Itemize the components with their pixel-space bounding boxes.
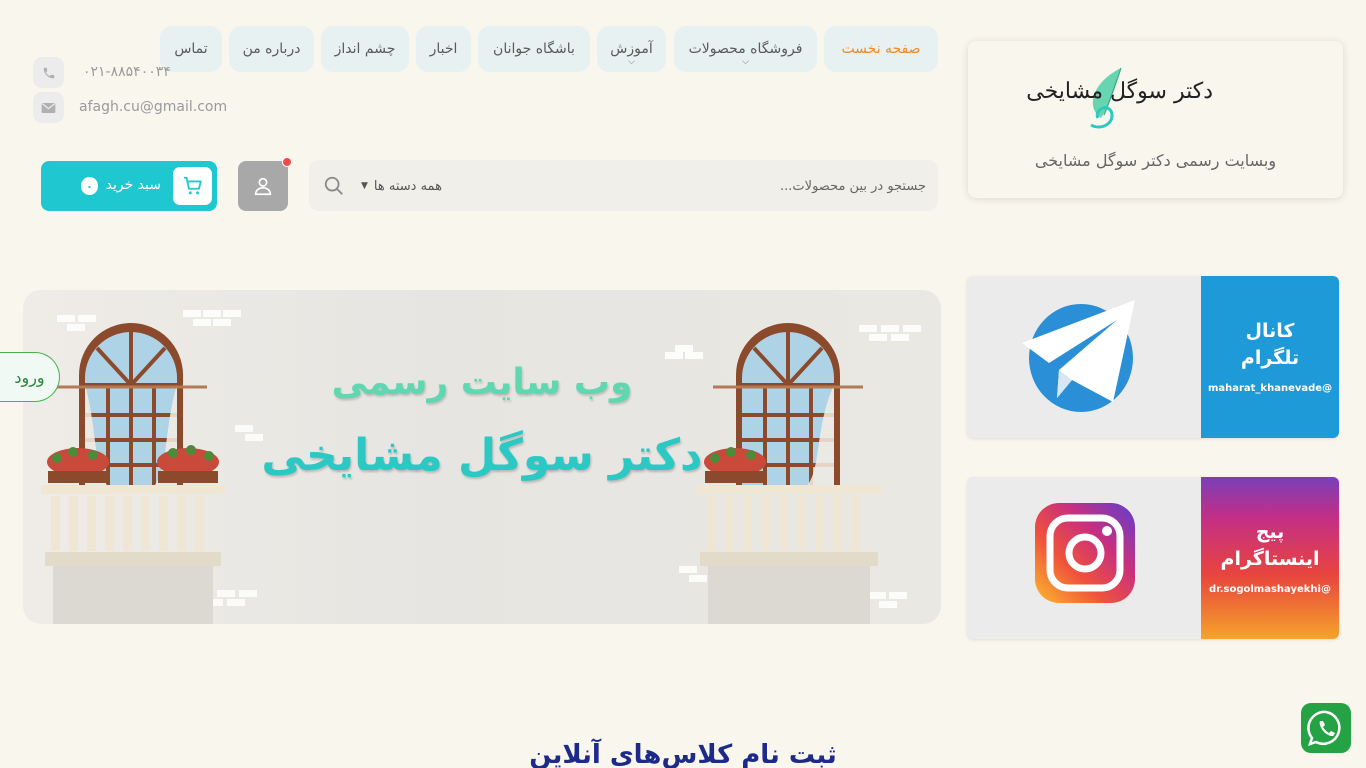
nav-item-label: باشگاه جوانان bbox=[493, 41, 575, 57]
section-heading: ثبت نام کلاس‌های آنلاین bbox=[529, 740, 837, 768]
phone-icon bbox=[33, 57, 64, 88]
cart-label: سبد خرید bbox=[105, 177, 161, 193]
whatsapp-button[interactable] bbox=[1301, 703, 1351, 753]
phone-number[interactable]: ۰۲۱-۸۸۵۴۰۰۳۴ bbox=[83, 64, 171, 80]
whatsapp-icon bbox=[1307, 710, 1341, 746]
account-button[interactable] bbox=[238, 157, 292, 211]
telegram-title-line2: تلگرام bbox=[1240, 347, 1300, 369]
hero-subtitle: دکتر سوگل مشایخی bbox=[261, 430, 703, 481]
login-label: ورود bbox=[14, 367, 45, 387]
nav-item-label: اخبار bbox=[429, 41, 458, 57]
instagram-handle: @dr.sogolmashayekhi bbox=[1209, 584, 1331, 595]
chevron-down-icon: ⌵ bbox=[742, 57, 749, 67]
telegram-handle: @maharat_khanevade bbox=[1207, 383, 1333, 394]
instagram-title-line1: پیج bbox=[1255, 521, 1285, 543]
cart-count-badge: ۰ bbox=[81, 177, 98, 195]
nav-item-label: درباره من bbox=[242, 41, 301, 57]
nav-item-youth-club[interactable]: باشگاه جوانان bbox=[478, 26, 590, 72]
logo-card[interactable]: دکتر سوگل مشایخی وبسایت رسمی دکتر سوگل م… bbox=[968, 41, 1343, 198]
nav-item-label: چشم انداز bbox=[334, 41, 396, 57]
email-address[interactable]: afagh.cu@gmail.com bbox=[79, 99, 227, 115]
search-icon[interactable] bbox=[323, 175, 345, 197]
caret-down-icon: ▼ bbox=[361, 181, 368, 191]
telegram-title-line1: کانال bbox=[1245, 320, 1295, 342]
instagram-label-panel: پیج اینستاگرام @dr.sogolmashayekhi bbox=[1201, 477, 1339, 639]
nav-item-about[interactable]: درباره من bbox=[229, 26, 314, 72]
nav-item-label: فروشگاه محصولات bbox=[688, 41, 803, 57]
search-input[interactable] bbox=[586, 172, 926, 200]
chevron-down-icon: ⌵ bbox=[628, 57, 635, 67]
instagram-title: پیج اینستاگرام bbox=[1201, 519, 1339, 573]
nav-item-shop[interactable]: فروشگاه محصولات ⌵ bbox=[674, 26, 817, 72]
site-subtitle: وبسایت رسمی دکتر سوگل مشایخی bbox=[1034, 151, 1277, 170]
telegram-title: کانال تلگرام bbox=[1201, 318, 1339, 372]
category-select[interactable]: همه دسته ها ▼ bbox=[361, 174, 442, 198]
instagram-icon bbox=[1035, 503, 1135, 603]
hero-title: وب سایت رسمی bbox=[331, 362, 633, 403]
notification-dot bbox=[282, 157, 292, 167]
user-icon bbox=[254, 177, 272, 196]
envelope-icon bbox=[33, 92, 64, 123]
nav-item-education[interactable]: آموزش ⌵ bbox=[597, 26, 666, 72]
hero-banner[interactable]: وب سایت رسمی دکتر سوگل مشایخی bbox=[23, 290, 941, 624]
search-bar: همه دسته ها ▼ bbox=[309, 160, 938, 211]
nav-item-home[interactable]: صفحه نخست bbox=[824, 26, 938, 72]
cart-button[interactable]: سبد خرید ۰ bbox=[41, 161, 217, 211]
telegram-banner[interactable]: کانال تلگرام @maharat_khanevade bbox=[967, 276, 1339, 438]
nav-item-label: صفحه نخست bbox=[841, 41, 921, 57]
nav-item-label: تماس bbox=[174, 41, 208, 57]
login-tab[interactable]: ورود bbox=[0, 352, 60, 402]
logo-text: دکتر سوگل مشایخی bbox=[1026, 79, 1213, 104]
instagram-title-line2: اینستاگرام bbox=[1220, 548, 1320, 570]
nav-item-label: آموزش bbox=[610, 41, 653, 57]
cart-icon bbox=[173, 167, 212, 205]
nav-item-vision[interactable]: چشم انداز bbox=[321, 26, 409, 72]
telegram-icon bbox=[1022, 300, 1135, 412]
telegram-label-panel: کانال تلگرام @maharat_khanevade bbox=[1201, 276, 1339, 438]
nav-item-news[interactable]: اخبار bbox=[416, 26, 471, 72]
instagram-banner[interactable]: پیج اینستاگرام @dr.sogolmashayekhi bbox=[967, 477, 1339, 639]
category-label: همه دسته ها bbox=[373, 178, 442, 194]
